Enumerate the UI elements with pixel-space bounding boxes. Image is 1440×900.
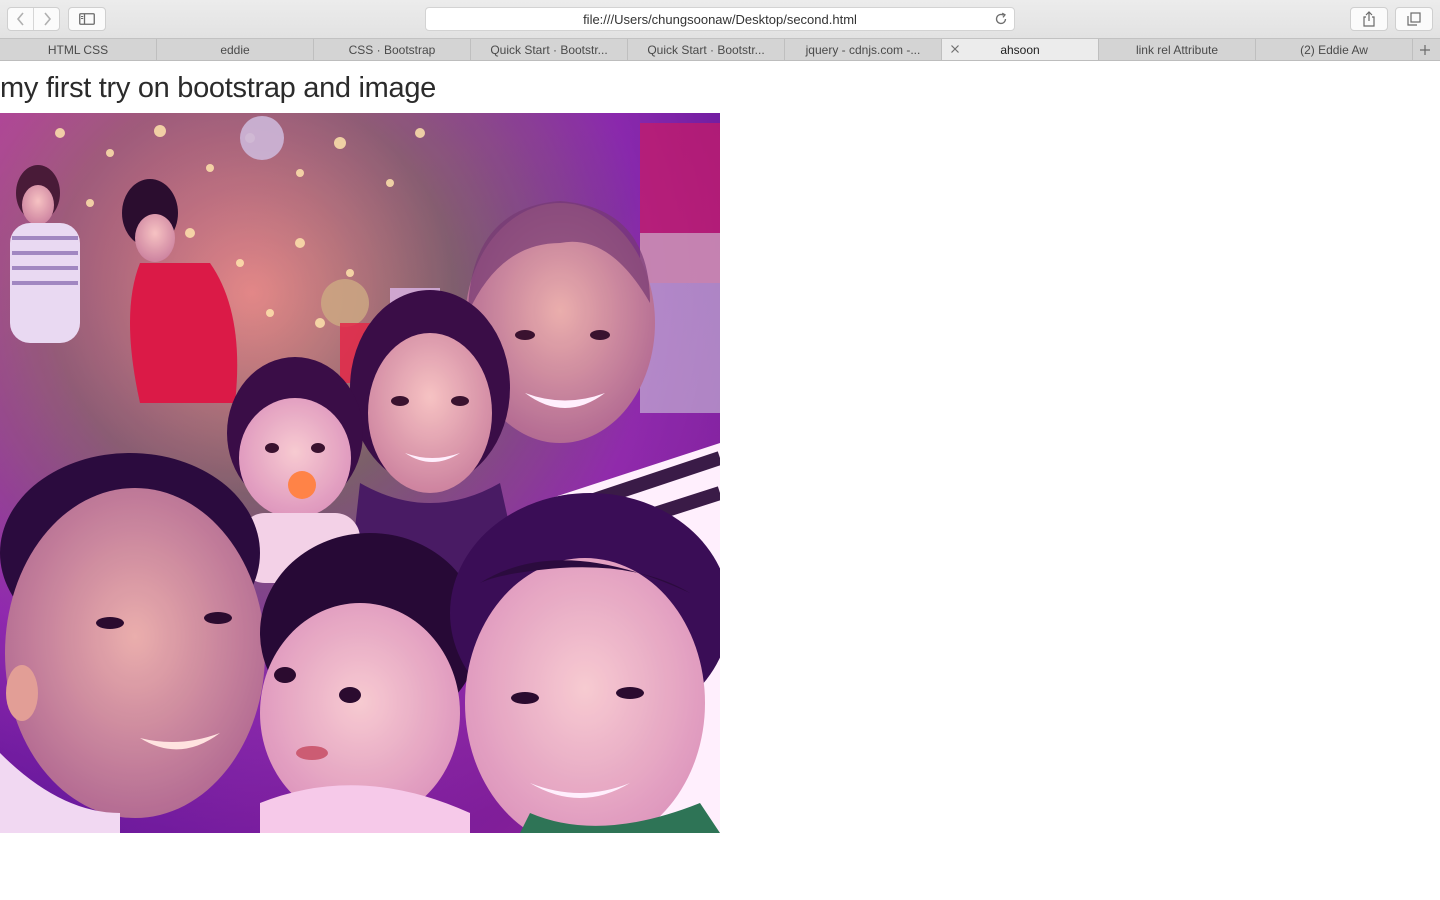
tabs-overview-icon [1407, 12, 1421, 26]
tab-ahsoon[interactable]: ahsoon [942, 39, 1099, 60]
tab-label: (2) Eddie Aw [1300, 42, 1368, 57]
tab-quick-start-2[interactable]: Quick Start · Bootstr... [628, 39, 785, 60]
sidebar-icon [79, 13, 95, 25]
share-button[interactable] [1350, 7, 1388, 31]
tab-label: ahsoon [1000, 42, 1040, 57]
tab-label: link rel Attribute [1135, 42, 1219, 57]
tab-label: CSS · Bootstrap [348, 42, 436, 57]
tab-link-rel-attribute[interactable]: link rel Attribute [1099, 39, 1256, 60]
browser-toolbar: file:///Users/chungsoonaw/Desktop/second… [0, 0, 1440, 38]
tab-label: HTML CSS [47, 42, 109, 57]
tab-jquery-cdnjs[interactable]: jquery - cdnjs.com -... [785, 39, 942, 60]
navigation-buttons [7, 7, 60, 31]
tab-label: Quick Start · Bootstr... [647, 42, 765, 57]
share-icon [1363, 11, 1375, 27]
back-button[interactable] [8, 8, 33, 30]
chevron-left-icon [16, 12, 24, 26]
tab-eddie[interactable]: eddie [157, 39, 314, 60]
chevron-right-icon [43, 12, 51, 26]
plus-icon [1419, 44, 1430, 55]
tab-css-bootstrap[interactable]: CSS · Bootstrap [314, 39, 471, 60]
tab-html-css[interactable]: HTML CSS [0, 39, 157, 60]
reload-icon[interactable] [994, 12, 1008, 26]
tab-label: jquery - cdnjs.com -... [805, 42, 921, 57]
tab-label: Quick Start · Bootstr... [490, 42, 608, 57]
page-content: my first try on bootstrap and image [0, 61, 1440, 900]
family-selfie-photo [0, 113, 720, 833]
address-url: file:///Users/chungsoonaw/Desktop/second… [583, 11, 857, 27]
tab-quick-start-1[interactable]: Quick Start · Bootstr... [471, 39, 628, 60]
close-icon[interactable] [949, 43, 961, 55]
address-bar[interactable]: file:///Users/chungsoonaw/Desktop/second… [425, 7, 1015, 31]
new-tab-button[interactable] [1413, 39, 1436, 60]
photo-illustration [0, 113, 720, 833]
forward-button[interactable] [33, 8, 59, 30]
tabs-overview-button[interactable] [1395, 7, 1433, 31]
tab-bar: HTML CSS eddie CSS · Bootstrap Quick Sta… [0, 38, 1440, 61]
tab-eddie-aw[interactable]: (2) Eddie Aw [1256, 39, 1413, 60]
sidebar-button[interactable] [68, 7, 106, 31]
page-heading: my first try on bootstrap and image [0, 72, 436, 104]
tab-label: eddie [220, 42, 250, 57]
